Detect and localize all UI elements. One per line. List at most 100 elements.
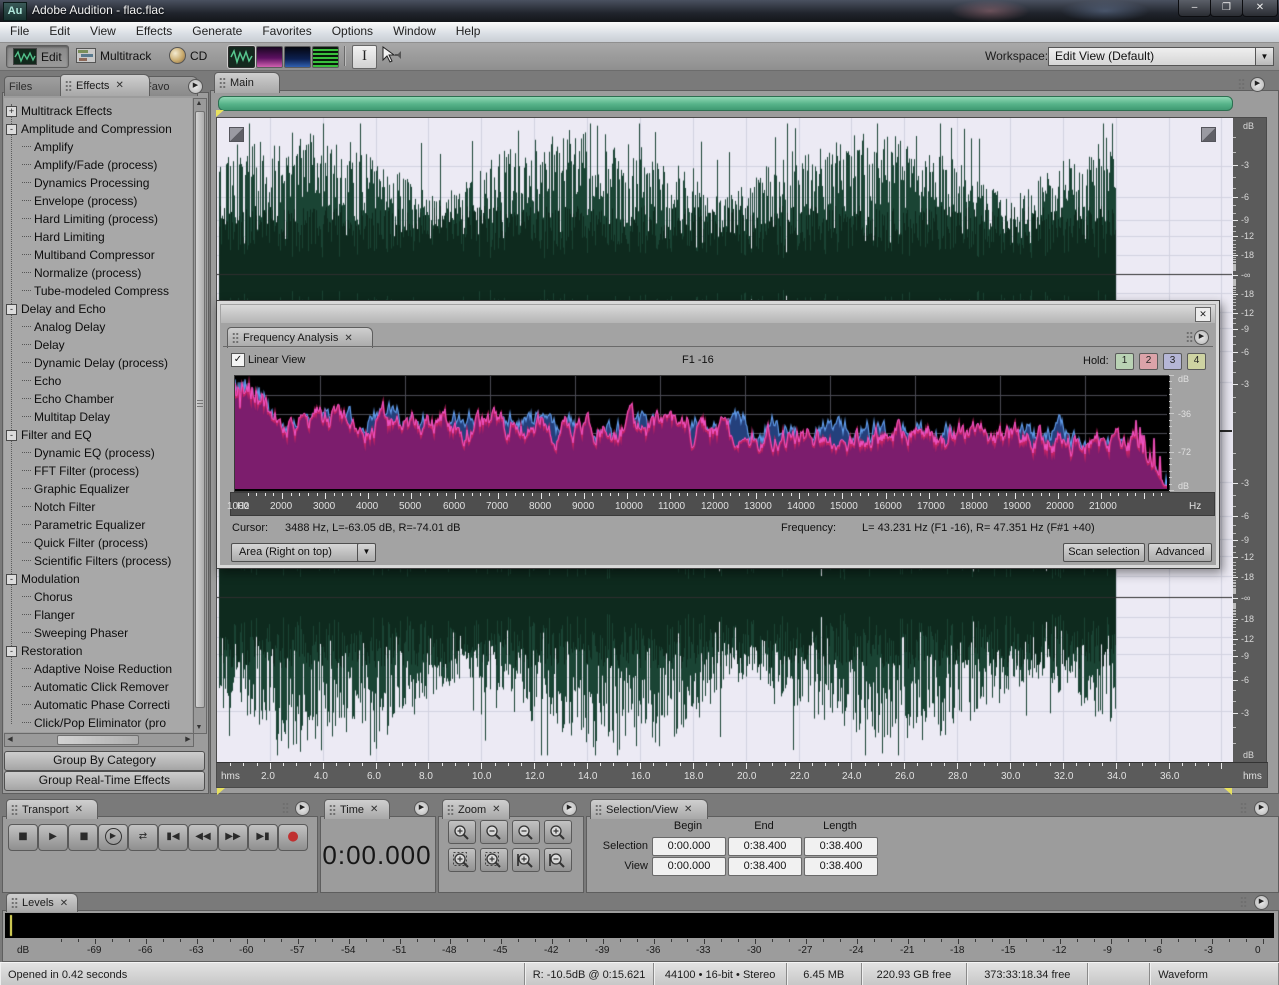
hold-button-4[interactable]: 4	[1187, 353, 1206, 370]
overview-scroll-bar[interactable]	[218, 96, 1233, 111]
top-left-adjust-handle-icon[interactable]	[229, 127, 244, 142]
menu-file[interactable]: File	[0, 22, 39, 42]
scroll-right-arrow-icon[interactable]: ▶	[184, 735, 192, 744]
frequency-analysis-window[interactable]: ✕ Frequency Analysis ✕ ▶ ✓ Linear View F…	[216, 300, 1220, 569]
tree-hscrollbar-thumb[interactable]	[57, 735, 139, 745]
tree-item-flanger[interactable]: Flanger	[4, 606, 192, 624]
tree-item-automatic-phase-correcti[interactable]: Automatic Phase Correcti	[4, 696, 192, 714]
transport-play-looped-button[interactable]: ⇄	[128, 824, 158, 851]
tree-item-dynamic-eq-process-[interactable]: Dynamic EQ (process)	[4, 444, 192, 462]
tree-item-scientific-filters-process-[interactable]: Scientific Filters (process)	[4, 552, 192, 570]
selview-view-length-field[interactable]: 0:38.400	[804, 857, 878, 876]
menu-generate[interactable]: Generate	[182, 22, 252, 42]
tab-main[interactable]: Main	[214, 72, 280, 93]
selview-selection-begin-field[interactable]: 0:00.000	[652, 837, 726, 856]
close-tab-icon[interactable]: ✕	[370, 804, 378, 815]
tree-item-modulation[interactable]: -Modulation	[4, 570, 192, 588]
menu-edit[interactable]: Edit	[39, 22, 80, 42]
transport-stop-button[interactable]: ■	[8, 824, 38, 851]
tree-item-tube-modeled-compress[interactable]: Tube-modeled Compress	[4, 282, 192, 300]
tree-item-amplitude-and-compression[interactable]: -Amplitude and Compression	[4, 120, 192, 138]
restore-button[interactable]: ❐	[1210, 0, 1243, 17]
spectral-pan-view-icon[interactable]	[284, 46, 311, 68]
tab-effects[interactable]: Effects ✕	[60, 74, 150, 96]
zoom-out-full-button[interactable]	[512, 820, 540, 844]
workspace-select[interactable]: Edit View (Default) ▼	[1048, 47, 1274, 66]
top-right-adjust-handle-icon[interactable]	[1201, 127, 1216, 142]
selview-selection-length-field[interactable]: 0:38.400	[804, 837, 878, 856]
transport-rewind-button[interactable]: ◀◀	[188, 824, 218, 851]
menu-help[interactable]: Help	[446, 22, 491, 42]
tree-item-filter-and-eq[interactable]: -Filter and EQ	[4, 426, 192, 444]
tree-item-quick-filter-process-[interactable]: Quick Filter (process)	[4, 534, 192, 552]
selview-view-begin-field[interactable]: 0:00.000	[652, 857, 726, 876]
tab-levels[interactable]: Levels ✕	[6, 893, 78, 912]
menu-effects[interactable]: Effects	[126, 22, 182, 42]
expand-icon[interactable]: +	[6, 106, 17, 117]
timeline-ruler[interactable]: hms2.04.06.08.010.012.014.016.018.020.02…	[216, 762, 1268, 788]
zoom-out-vertical-button[interactable]	[544, 848, 572, 872]
tree-item-hard-limiting-process-[interactable]: Hard Limiting (process)	[4, 210, 192, 228]
collapse-icon[interactable]: -	[6, 124, 17, 135]
tree-item-hard-limiting[interactable]: Hard Limiting	[4, 228, 192, 246]
selection-end-marker[interactable]	[1224, 788, 1232, 795]
workspace-dropdown-arrow-icon[interactable]: ▼	[1255, 48, 1273, 65]
tree-item-delay-and-echo[interactable]: -Delay and Echo	[4, 300, 192, 318]
tree-item-dynamic-delay-process-[interactable]: Dynamic Delay (process)	[4, 354, 192, 372]
collapse-icon[interactable]: -	[6, 304, 17, 315]
group-by-category-button[interactable]: Group By Category	[4, 751, 205, 771]
tree-item-normalize-process-[interactable]: Normalize (process)	[4, 264, 192, 282]
close-tab-icon[interactable]: ✕	[492, 804, 500, 815]
group-real-time-effects-button[interactable]: Group Real-Time Effects	[4, 771, 205, 791]
tree-item-fft-filter-process-[interactable]: FFT Filter (process)	[4, 462, 192, 480]
transport-go-to-beginning-button[interactable]: ▮◀	[158, 824, 188, 851]
amplitude-ruler[interactable]: -3-3-6-6-9-9-12-12-18-18-∞dB-3-3-6-6-9-9…	[1233, 117, 1267, 764]
zoom-out-horizontal-button[interactable]	[480, 820, 508, 844]
zoom-menu-button[interactable]: ▶	[562, 801, 577, 816]
time-display[interactable]: 0:00.000	[320, 840, 434, 871]
zoom-in-right-edge-button[interactable]	[480, 848, 508, 872]
menu-window[interactable]: Window	[383, 22, 446, 42]
transport-fast-forward-button[interactable]: ▶▶	[218, 824, 248, 851]
close-tab-icon[interactable]: ✕	[344, 333, 352, 344]
waveform-view-icon[interactable]	[228, 46, 255, 68]
selview-view-end-field[interactable]: 0:38.400	[728, 857, 802, 876]
spectral-frequency-view-icon[interactable]	[256, 46, 283, 68]
transport-record-button[interactable]: ●	[278, 824, 308, 851]
minimize-button[interactable]: –	[1178, 0, 1211, 17]
tree-item-analog-delay[interactable]: Analog Delay	[4, 318, 192, 336]
close-tab-icon[interactable]: ✕	[115, 80, 123, 91]
selection-start-marker[interactable]	[217, 788, 225, 795]
main-panel-menu-button[interactable]: ▶	[1250, 77, 1265, 92]
title-bar[interactable]: Au Adobe Audition - flac.flac – ❐ ✕	[0, 0, 1279, 22]
tree-item-adaptive-noise-reduction[interactable]: Adaptive Noise Reduction	[4, 660, 192, 678]
tree-item-graphic-equalizer[interactable]: Graphic Equalizer	[4, 480, 192, 498]
tree-item-sweeping-phaser[interactable]: Sweeping Phaser	[4, 624, 192, 642]
transport-play-from-cursor-button[interactable]: ▶	[98, 824, 128, 851]
tab-selection-view[interactable]: Selection/View ✕	[590, 799, 708, 819]
levels-menu-button[interactable]: ▶	[1254, 895, 1269, 910]
close-tab-icon[interactable]: ✕	[684, 804, 692, 815]
menu-options[interactable]: Options	[322, 22, 383, 42]
scrub-tool-icon[interactable]	[381, 46, 403, 68]
menu-favorites[interactable]: Favorites	[252, 22, 321, 42]
tree-item-click-pop-eliminator-pro[interactable]: Click/Pop Eliminator (pro	[4, 714, 192, 732]
tree-item-multiband-compressor[interactable]: Multiband Compressor	[4, 246, 192, 264]
collapse-icon[interactable]: -	[6, 574, 17, 585]
transport-go-to-end-button[interactable]: ▶▮	[248, 824, 278, 851]
freq-panel-menu-button[interactable]: ▶	[1194, 330, 1209, 345]
view-start-marker[interactable]	[216, 110, 224, 117]
time-menu-button[interactable]: ▶	[414, 801, 429, 816]
close-button[interactable]: ✕	[1242, 0, 1278, 17]
edit-view-button[interactable]: Edit	[6, 45, 69, 68]
spectrum-canvas[interactable]	[235, 376, 1167, 489]
hold-button-1[interactable]: 1	[1115, 353, 1134, 370]
transport-menu-button[interactable]: ▶	[295, 801, 310, 816]
close-tab-icon[interactable]: ✕	[60, 898, 68, 909]
linear-view-checkbox[interactable]: ✓	[231, 353, 245, 367]
tree-horizontal-scrollbar[interactable]: ◀ ▶	[4, 733, 194, 747]
zoom-in-left-edge-button[interactable]	[448, 848, 476, 872]
scroll-up-arrow-icon[interactable]: ▲	[194, 99, 204, 109]
tab-zoom[interactable]: Zoom ✕	[442, 799, 510, 819]
tree-item-automatic-click-remover[interactable]: Automatic Click Remover	[4, 678, 192, 696]
